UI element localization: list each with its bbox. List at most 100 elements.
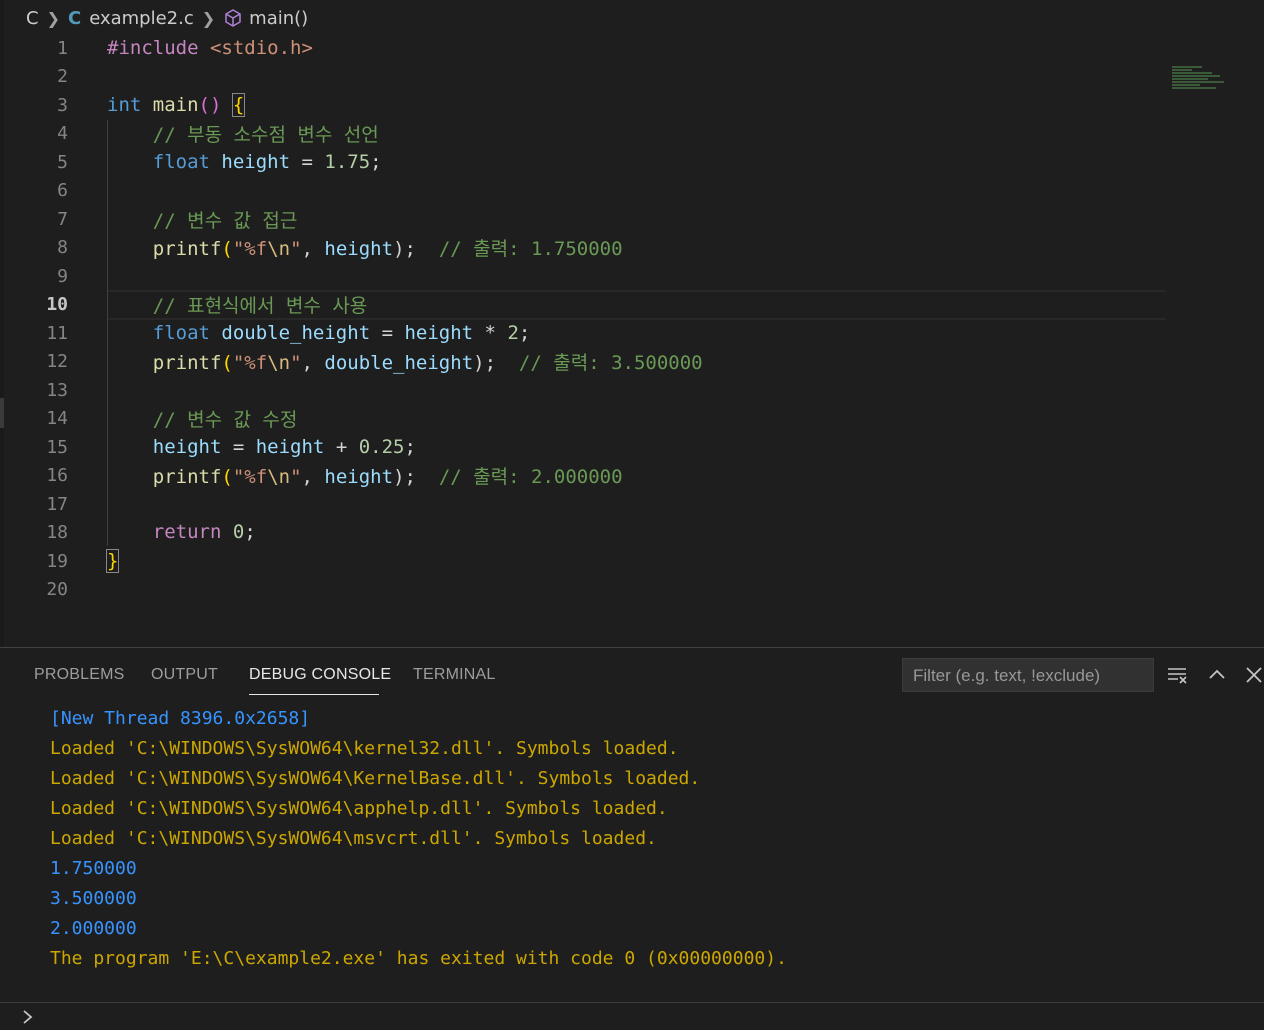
token: ( — [221, 351, 233, 374]
line-number: 10 — [46, 293, 68, 315]
code-line[interactable]: 19 } — [0, 547, 1264, 575]
token: = — [290, 151, 325, 173]
token: printf — [152, 237, 222, 260]
line-number: 12 — [46, 350, 68, 372]
filter-input[interactable]: Filter (e.g. text, !exclude) — [902, 658, 1154, 692]
token: " — [290, 237, 302, 260]
console-line: The program 'E:\C\example2.exe' has exit… — [50, 948, 787, 969]
line-number: 5 — [57, 151, 68, 173]
code-line[interactable]: 6 — [0, 176, 1264, 204]
code-line[interactable]: 14 // 변수 값 수정 — [0, 404, 1264, 432]
line-number: 15 — [46, 436, 68, 458]
code-line[interactable]: 9 — [0, 262, 1264, 290]
token: ); — [393, 237, 416, 260]
console-line: 1.750000 — [50, 858, 137, 879]
token: printf — [152, 465, 222, 488]
code-line[interactable]: 3 int main() { — [0, 91, 1264, 119]
code-line-active[interactable]: 10 // 표현식에서 변수 사용 — [0, 290, 1264, 318]
token: // 표현식에서 변수 사용 — [152, 294, 368, 317]
code-line[interactable]: 5 float height = 1.75; — [0, 148, 1264, 176]
token: 2 — [507, 322, 519, 344]
line-number: 6 — [57, 179, 68, 201]
code-line[interactable]: 13 — [0, 376, 1264, 404]
tab-output[interactable]: OUTPUT — [151, 666, 218, 684]
token: <stdio.h> — [209, 37, 313, 59]
chevron-right-icon: ❯ — [201, 8, 216, 28]
token: , — [301, 237, 325, 260]
c-file-icon: C — [67, 7, 82, 29]
line-number: 13 — [46, 379, 68, 401]
line-number: 3 — [57, 94, 68, 116]
tab-debug-console[interactable]: DEBUG CONSOLE — [249, 666, 391, 684]
console-input[interactable] — [0, 1002, 1264, 1029]
code-line[interactable]: 20 — [0, 575, 1264, 603]
line-number: 16 — [46, 464, 68, 486]
token: ); — [473, 351, 497, 374]
debug-console-output[interactable]: [New Thread 8396.0x2658] Loaded 'C:\WIND… — [50, 704, 787, 974]
breadcrumb-symbol[interactable]: main() — [249, 8, 308, 29]
token: = — [221, 436, 256, 458]
token: () — [198, 94, 222, 116]
token: { — [231, 93, 246, 117]
line-number: 9 — [57, 265, 68, 287]
token: ; — [244, 521, 256, 543]
code-line[interactable]: 12 printf("%f\n", double_height); // 출력:… — [0, 347, 1264, 375]
token: height — [324, 465, 394, 488]
code-line[interactable]: 1 #include <stdio.h> — [0, 34, 1264, 62]
token: ( — [221, 237, 233, 260]
code-line[interactable]: 16 printf("%f\n", height); // 출력: 2.0000… — [0, 461, 1264, 489]
code-line[interactable]: 15 height = height + 0.25; — [0, 433, 1264, 461]
line-number: 14 — [46, 407, 68, 429]
token: + — [324, 436, 359, 458]
console-line: 2.000000 — [50, 918, 137, 939]
tab-terminal[interactable]: TERMINAL — [413, 666, 496, 684]
console-line: [New Thread 8396.0x2658] — [50, 708, 311, 729]
token: 1.75 — [324, 151, 371, 173]
code-line[interactable]: 2 — [0, 62, 1264, 90]
active-tab-indicator — [249, 694, 379, 695]
token: // 변수 값 접근 — [152, 209, 298, 232]
line-number: 20 — [46, 578, 68, 600]
code-line[interactable]: 18 return 0; — [0, 518, 1264, 546]
line-number: 8 — [57, 236, 68, 258]
token: ); — [393, 465, 416, 488]
chevron-up-icon[interactable] — [1206, 664, 1228, 690]
code-line[interactable]: 4 // 부동 소수점 변수 선언 — [0, 119, 1264, 147]
console-line: 3.500000 — [50, 888, 137, 909]
console-line: Loaded 'C:\WINDOWS\SysWOW64\msvcrt.dll'.… — [50, 828, 657, 849]
token: } — [105, 549, 120, 573]
clear-console-icon[interactable] — [1166, 664, 1188, 690]
token: height — [152, 436, 222, 458]
line-number: 2 — [57, 65, 68, 87]
token: height — [255, 436, 325, 458]
token: int — [107, 94, 142, 116]
token: ; — [404, 436, 416, 458]
token: "%f — [232, 237, 268, 260]
token: "%f — [232, 351, 268, 374]
line-number: 19 — [46, 550, 68, 572]
token: " — [290, 465, 302, 488]
code-line[interactable]: 17 — [0, 490, 1264, 518]
token: return — [152, 521, 222, 543]
console-line: Loaded 'C:\WINDOWS\SysWOW64\kernel32.dll… — [50, 738, 679, 759]
token: \n — [267, 237, 291, 260]
breadcrumb-file[interactable]: example2.c — [89, 8, 194, 29]
token: = — [370, 322, 405, 344]
tab-problems[interactable]: PROBLEMS — [34, 666, 125, 684]
code-line[interactable]: 11 float double_height = height * 2; — [0, 319, 1264, 347]
token: double_height — [324, 351, 474, 374]
code-line[interactable]: 7 // 변수 값 접근 — [0, 205, 1264, 233]
console-line: Loaded 'C:\WINDOWS\SysWOW64\KernelBase.d… — [50, 768, 701, 789]
close-icon[interactable] — [1244, 664, 1264, 690]
code-editor[interactable]: 1 #include <stdio.h> 2 3 int main() { 4 … — [0, 34, 1264, 646]
token: main — [152, 94, 199, 116]
token: printf — [152, 351, 222, 374]
token: // 출력: 1.750000 — [438, 237, 623, 260]
token: " — [290, 351, 302, 374]
breadcrumb: C ❯ C example2.c ❯ main() — [0, 0, 1264, 36]
token: float — [152, 151, 210, 173]
token: float — [152, 322, 210, 344]
breadcrumb-folder[interactable]: C — [26, 8, 39, 29]
token: 0.25 — [358, 436, 405, 458]
code-line[interactable]: 8 printf("%f\n", height); // 출력: 1.75000… — [0, 233, 1264, 261]
